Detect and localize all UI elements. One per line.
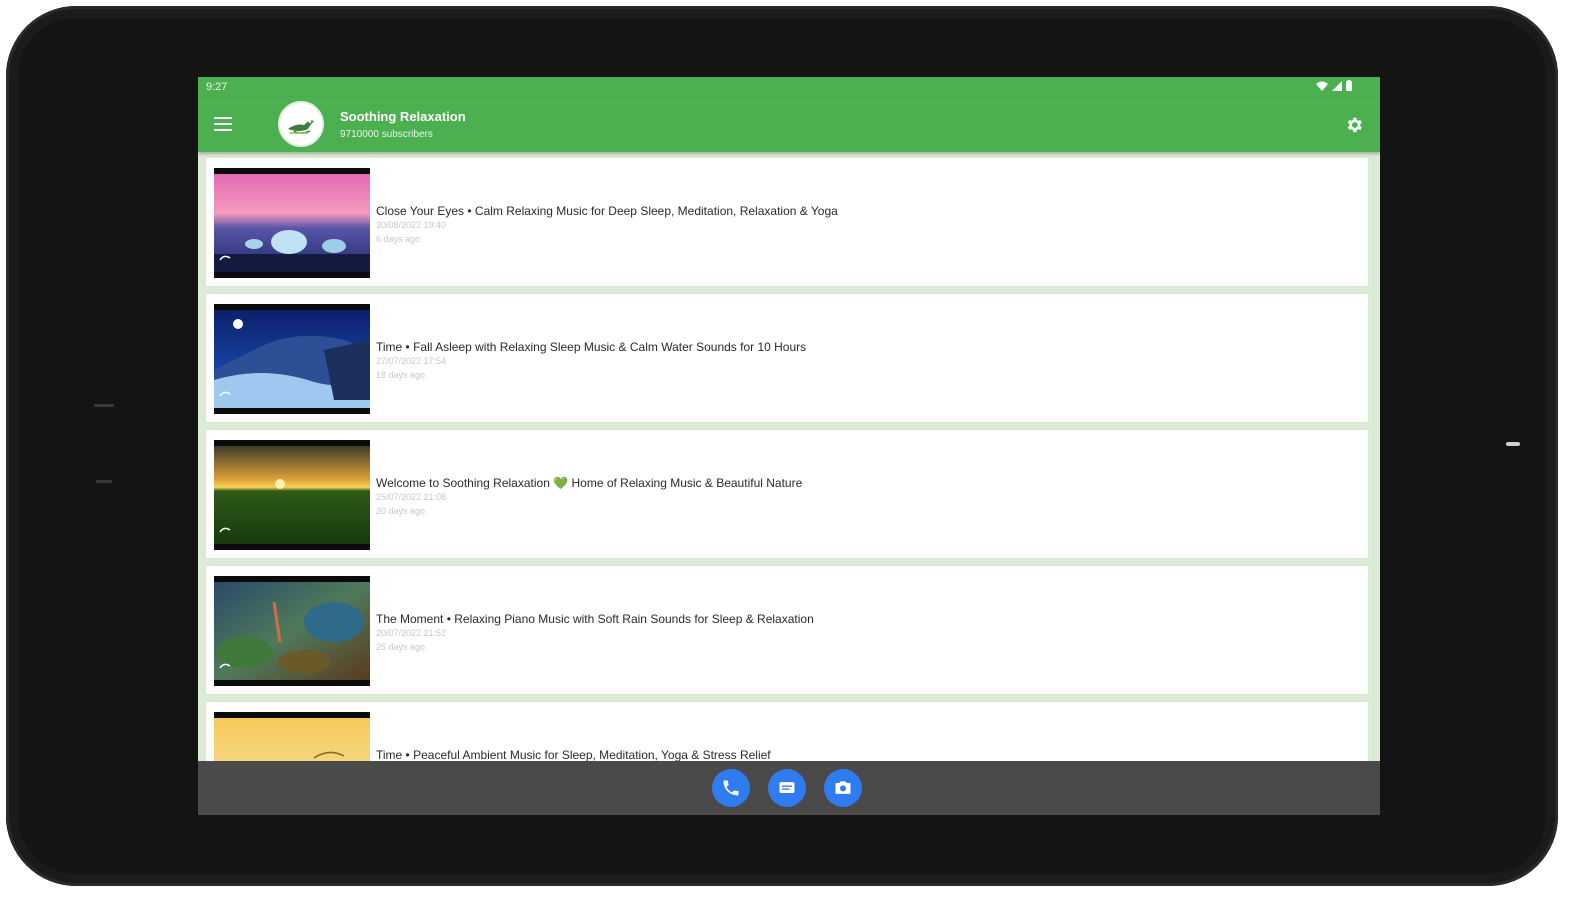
video-date: 25/07/2022 21:08 [376,492,447,502]
video-title: The Moment • Relaxing Piano Music with S… [376,612,814,626]
status-icons [1316,80,1352,91]
app-dock [712,769,862,807]
channel-name: Soothing Relaxation [340,109,466,124]
gear-icon[interactable] [1344,115,1364,135]
app-bar: Soothing Relaxation 9710000 subscribers [198,97,1380,152]
video-title: Welcome to Soothing Relaxation 💚 Home of… [376,476,803,490]
video-date: 27/07/2022 17:54 [376,356,447,366]
video-age: 25 days ago [376,642,426,652]
thumbnail-image [214,174,370,272]
video-date: 20/07/2022 21:52 [376,628,447,638]
video-thumbnail[interactable] [214,712,370,761]
thumbnail-image [214,446,370,544]
subscriber-count: 9710000 subscribers [340,129,433,140]
video-title: Time • Fall Asleep with Relaxing Sleep M… [376,340,807,354]
bird-logo-icon [288,120,314,134]
status-time: 9:27 [206,81,228,93]
hamburger-menu-icon[interactable] [214,117,232,131]
thumbnail-image [214,582,370,680]
video-age: 18 days ago [376,370,426,380]
video-age: 20 days ago [376,506,426,516]
video-thumbnail[interactable] [214,168,370,278]
camera-icon [835,781,851,794]
video-card[interactable]: Time • Fall Asleep with Relaxing Sleep M… [206,294,1368,422]
side-button-top [94,404,114,407]
video-title: Close Your Eyes • Calm Relaxing Music fo… [376,204,838,218]
phone-icon [723,780,739,796]
video-age: 6 days ago [376,234,421,244]
messages-app-button[interactable] [768,769,806,807]
video-card[interactable]: Welcome to Soothing Relaxation 💚 Home of… [206,430,1368,558]
app-screen: 9:27 Soothing Relaxation 9710000 subscri… [198,77,1380,815]
video-card[interactable]: Close Your Eyes • Calm Relaxing Music fo… [206,158,1368,286]
video-list[interactable]: Close Your Eyes • Calm Relaxing Music fo… [198,152,1380,761]
video-date: 30/08/2022 19:40 [376,220,447,230]
battery-icon [1346,80,1352,91]
phone-app-button[interactable] [712,769,750,807]
thumbnail-image [214,718,370,761]
wifi-icon [1316,81,1328,91]
channel-avatar[interactable] [278,101,324,147]
camera-app-button[interactable] [824,769,862,807]
system-nav-bar [198,761,1380,815]
video-card[interactable]: The Moment • Relaxing Piano Music with S… [206,566,1368,694]
video-thumbnail[interactable] [214,576,370,686]
message-icon [779,782,795,793]
video-card[interactable]: Time • Peaceful Ambient Music for Sleep,… [206,702,1368,761]
video-thumbnail[interactable] [214,440,370,550]
status-bar: 9:27 [198,77,1380,97]
front-camera [1506,442,1520,446]
thumbnail-image [214,310,370,408]
video-title: Time • Peaceful Ambient Music for Sleep,… [376,748,771,761]
side-button-bottom [96,480,112,483]
video-thumbnail[interactable] [214,304,370,414]
signal-icon [1332,80,1342,91]
